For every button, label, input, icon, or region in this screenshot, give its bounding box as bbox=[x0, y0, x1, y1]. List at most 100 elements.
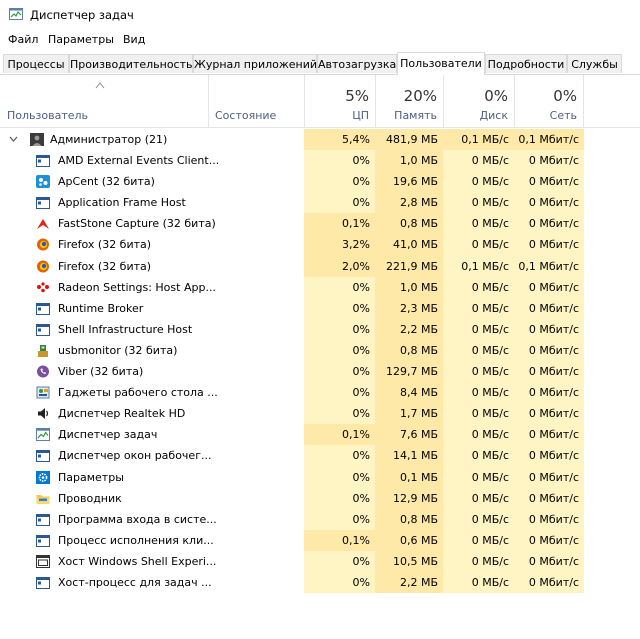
process-memory: 8,4 МБ bbox=[375, 382, 443, 404]
table-row[interactable]: Viber (32 бита) 0% 129,7 МБ 0 МБ/с 0 Мбит/с bbox=[0, 361, 640, 383]
process-name: AMD External Events Client... bbox=[58, 154, 220, 168]
table-row[interactable]: usbmonitor (32 бита) 0% 0,8 МБ 0 МБ/с 0 Мбит… bbox=[0, 339, 640, 362]
process-memory: 7,6 МБ bbox=[375, 424, 443, 446]
apcent-icon bbox=[36, 175, 50, 189]
header-network[interactable]: 0% Сеть bbox=[514, 75, 584, 127]
table-row[interactable]: Radeon Settings: Host App... 0% 1,0 МБ 0 МБ… bbox=[0, 276, 640, 298]
process-cpu: 0% bbox=[304, 276, 375, 298]
header-cpu[interactable]: 5% ЦП bbox=[304, 75, 375, 127]
table-row[interactable]: Shell Infrastructure Host 0% 2,2 МБ 0 МБ/с 0… bbox=[0, 318, 640, 340]
header-memory[interactable]: 20% Память bbox=[375, 75, 443, 127]
process-cpu: 0% bbox=[304, 192, 375, 214]
menu-view[interactable]: Вид bbox=[123, 33, 145, 46]
tab-processes[interactable]: Процессы bbox=[3, 54, 69, 73]
process-memory: 10,5 МБ bbox=[375, 550, 443, 572]
process-name: Диспетчер Realtek HD bbox=[58, 407, 186, 421]
user-icon bbox=[30, 133, 44, 146]
menu-file[interactable]: Файл bbox=[8, 33, 38, 46]
table-row[interactable]: Хост Windows Shell Experi... 0% 10,5 МБ 0 М… bbox=[0, 550, 640, 572]
process-memory: 14,1 МБ bbox=[375, 445, 443, 467]
title-bar: Диспетчер задач bbox=[0, 0, 640, 30]
window-icon bbox=[36, 155, 50, 168]
process-network: 0 Мбит/с bbox=[514, 382, 584, 404]
process-name: Программа входа в систе... bbox=[58, 512, 217, 526]
process-name: Процесс исполнения кли... bbox=[58, 533, 214, 547]
process-disk: 0 МБ/с bbox=[443, 487, 514, 509]
process-disk: 0 МБ/с bbox=[443, 382, 514, 404]
tab-users[interactable]: Пользователи bbox=[397, 52, 485, 75]
table-row[interactable]: Программа входа в систе... 0% 0,8 МБ 0 МБ/с… bbox=[0, 508, 640, 530]
table-row[interactable]: Хост-процесс для задач ... 0% 2,2 МБ 0 МБ/с… bbox=[0, 571, 640, 594]
gear-icon bbox=[36, 470, 50, 484]
process-disk: 0 МБ/с bbox=[443, 466, 514, 488]
header-disk-label: Диск bbox=[479, 109, 508, 122]
header-status[interactable]: Состояние bbox=[208, 75, 304, 127]
table-row[interactable]: FastStone Capture (32 бита) 0,1% 0,8 МБ 0 М… bbox=[0, 213, 640, 235]
process-cpu: 0% bbox=[304, 487, 375, 509]
process-network: 0 Мбит/с bbox=[514, 508, 584, 530]
table-row[interactable]: Гаджеты рабочего стола ... 0% 8,4 МБ 0 МБ/с… bbox=[0, 382, 640, 404]
process-name: FastStone Capture (32 бита) bbox=[58, 217, 216, 231]
user-group-row[interactable]: Администратор (21) 5,4% 481,9 МБ 0,1 МБ/… bbox=[0, 129, 640, 151]
table-row[interactable]: Диспетчер окон рабочег... 0% 14,1 МБ 0 МБ/с… bbox=[0, 445, 640, 467]
table-row[interactable]: Диспетчер Realtek HD 0% 1,7 МБ 0 МБ/с 0 Мбит… bbox=[0, 403, 640, 425]
process-name: Runtime Broker bbox=[58, 301, 144, 315]
process-cpu: 0,1% bbox=[304, 213, 375, 235]
menu-bar: Файл Параметры Вид bbox=[0, 30, 640, 50]
window-icon bbox=[36, 323, 50, 336]
process-disk: 0 МБ/с bbox=[443, 234, 514, 256]
process-name: Application Frame Host bbox=[58, 196, 186, 210]
table-row[interactable]: AMD External Events Client... 0% 1,0 МБ 0 М… bbox=[0, 150, 640, 172]
process-disk: 0 МБ/с bbox=[443, 424, 514, 446]
tab-app-history[interactable]: Журнал приложений bbox=[193, 54, 317, 73]
table-row[interactable]: Параметры 0% 0,1 МБ 0 МБ/с 0 Мбит/с bbox=[0, 466, 640, 488]
chevron-down-icon[interactable] bbox=[9, 135, 18, 143]
table-row[interactable]: Firefox (32 бита) 3,2% 41,0 МБ 0 МБ/с 0 Мбит… bbox=[0, 234, 640, 256]
table-row[interactable]: Runtime Broker 0% 2,3 МБ 0 МБ/с 0 Мбит/с bbox=[0, 297, 640, 319]
table-row[interactable]: Проводник 0% 12,9 МБ 0 МБ/с 0 Мбит/с bbox=[0, 487, 640, 509]
taskmgr-icon bbox=[36, 428, 50, 442]
header-memory-label: Память bbox=[394, 109, 437, 122]
process-network: 0 Мбит/с bbox=[514, 487, 584, 509]
process-cpu: 0% bbox=[304, 550, 375, 572]
process-cpu: 0% bbox=[304, 571, 375, 594]
header-user[interactable]: Пользователь bbox=[0, 75, 208, 127]
window-icon bbox=[36, 450, 50, 463]
table-row[interactable]: Процесс исполнения кли... 0,1% 0,6 МБ 0 МБ/… bbox=[0, 529, 640, 551]
tab-performance[interactable]: Производительность bbox=[69, 54, 193, 73]
process-name: Диспетчер задач bbox=[58, 428, 158, 442]
process-disk: 0,1 МБ/с bbox=[443, 255, 514, 277]
tab-details[interactable]: Подробности bbox=[485, 54, 567, 73]
header-disk[interactable]: 0% Диск bbox=[443, 75, 514, 127]
process-memory: 12,9 МБ bbox=[375, 487, 443, 509]
process-network: 0,1 Мбит/с bbox=[514, 255, 584, 277]
menu-options[interactable]: Параметры bbox=[48, 33, 114, 46]
table-row[interactable]: ApCent (32 бита) 0% 19,6 МБ 0 МБ/с 0 Мбит/с bbox=[0, 171, 640, 193]
process-name: Гаджеты рабочего стола ... bbox=[58, 386, 218, 400]
viber-icon bbox=[37, 365, 49, 378]
group-cpu: 5,4% bbox=[304, 129, 375, 151]
group-network: 0,1 Мбит/с bbox=[514, 129, 584, 151]
table-row[interactable]: Firefox (32 бита) 2,0% 221,9 МБ 0,1 МБ/с 0,1… bbox=[0, 255, 640, 277]
process-name: Диспетчер окон рабочег... bbox=[58, 449, 212, 463]
table-row[interactable]: Диспетчер задач 0,1% 7,6 МБ 0 МБ/с 0 Мбит/с bbox=[0, 424, 640, 446]
header-network-label: Сеть bbox=[549, 109, 577, 122]
firefox-icon bbox=[37, 238, 49, 251]
process-network: 0 Мбит/с bbox=[514, 361, 584, 383]
process-memory: 221,9 МБ bbox=[375, 255, 443, 277]
process-network: 0 Мбит/с bbox=[514, 318, 584, 340]
process-network: 0 Мбит/с bbox=[514, 403, 584, 425]
process-cpu: 0% bbox=[304, 171, 375, 193]
process-name: usbmonitor (32 бита) bbox=[58, 343, 178, 357]
window-title: Диспетчер задач bbox=[30, 8, 134, 22]
process-cpu: 0% bbox=[304, 361, 375, 383]
tab-services[interactable]: Службы bbox=[567, 54, 622, 73]
process-disk: 0 МБ/с bbox=[443, 339, 514, 362]
process-network: 0 Мбит/с bbox=[514, 550, 584, 572]
table-row[interactable]: Application Frame Host 0% 2,8 МБ 0 МБ/с 0 Мб… bbox=[0, 192, 640, 214]
tab-startup[interactable]: Автозагрузка bbox=[317, 54, 397, 73]
process-disk: 0 МБ/с bbox=[443, 318, 514, 340]
process-disk: 0 МБ/с bbox=[443, 150, 514, 172]
process-network: 0 Мбит/с bbox=[514, 234, 584, 256]
header-disk-pct: 0% bbox=[484, 87, 508, 105]
